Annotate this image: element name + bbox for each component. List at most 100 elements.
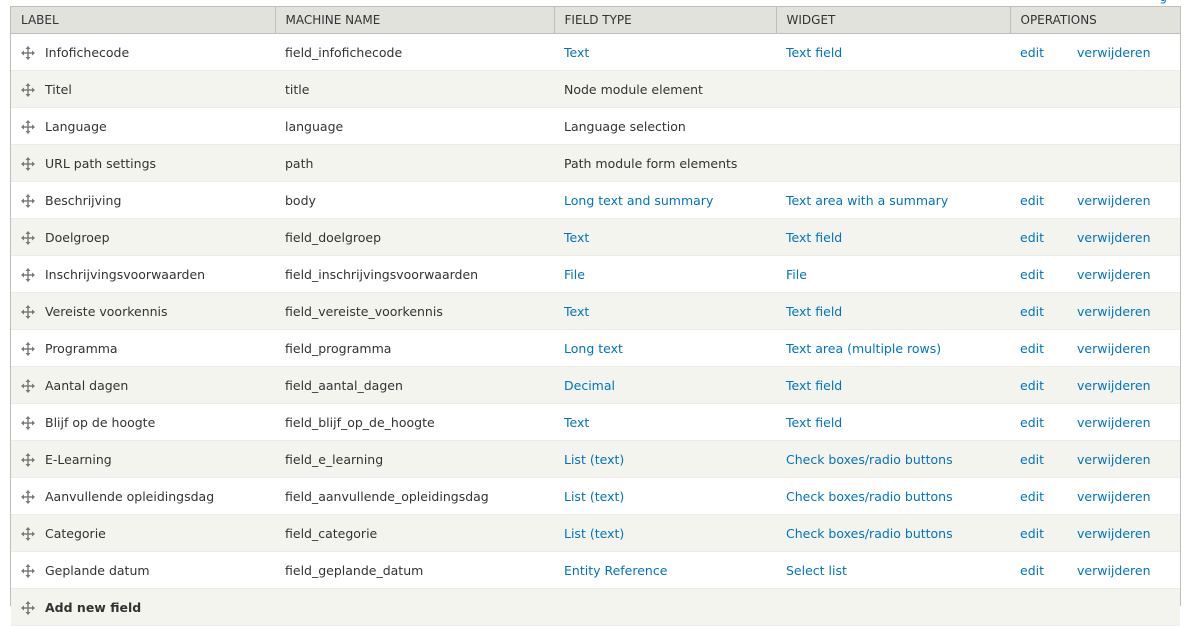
label-cell: Beschrijving: [11, 182, 275, 219]
column-header-field-type: FIELD TYPE: [554, 6, 777, 34]
drag-handle-icon[interactable]: [21, 82, 35, 97]
widget-cell: Check boxes/radio buttons: [776, 478, 1010, 515]
field-type-link[interactable]: File: [564, 267, 585, 282]
operations-cell: [1010, 145, 1180, 182]
widget-link[interactable]: Text area with a summary: [786, 193, 948, 208]
delete-link[interactable]: verwijderen: [1077, 230, 1151, 245]
top-right-link[interactable]: g: [1159, 0, 1167, 4]
delete-link[interactable]: verwijderen: [1077, 267, 1151, 282]
field-type-link[interactable]: List (text): [564, 489, 624, 504]
field-label: Blijf op de hoogte: [45, 415, 156, 430]
field-type-cell: Language selection: [554, 108, 776, 145]
edit-link[interactable]: edit: [1020, 415, 1044, 430]
widget-link[interactable]: Text field: [786, 230, 842, 245]
delete-link[interactable]: verwijderen: [1077, 526, 1151, 541]
widget-link[interactable]: Text field: [786, 378, 842, 393]
operations-cell: edit verwijderen: [1010, 478, 1180, 515]
operations-cell: [1010, 108, 1180, 145]
operations-cell: edit verwijderen: [1010, 515, 1180, 552]
field-label: Programma: [45, 341, 118, 356]
field-type-link[interactable]: List (text): [564, 452, 624, 467]
field-type-link[interactable]: Long text: [564, 341, 623, 356]
drag-handle-icon[interactable]: [21, 45, 35, 60]
field-type-link[interactable]: Text: [564, 230, 589, 245]
table-row: Programma field_programma Long text Text…: [11, 329, 1180, 367]
table-row: Inschrijvingsvoorwaarden field_inschrijv…: [11, 255, 1180, 293]
drag-handle-icon[interactable]: [21, 526, 35, 541]
drag-handle-icon[interactable]: [21, 267, 35, 282]
widget-link[interactable]: Check boxes/radio buttons: [786, 452, 953, 467]
machine-name-cell: field_doelgroep: [285, 229, 382, 245]
operations-cell: edit verwijderen: [1010, 367, 1180, 404]
widget-cell: Select list: [776, 552, 1010, 589]
table-row: Vereiste voorkennis field_vereiste_voork…: [11, 292, 1180, 330]
drag-handle-icon[interactable]: [21, 489, 35, 504]
delete-link[interactable]: verwijderen: [1077, 489, 1151, 504]
table-row: URL path settings path Path module form …: [11, 144, 1180, 182]
widget-link[interactable]: Text field: [786, 45, 842, 60]
delete-link[interactable]: verwijderen: [1077, 378, 1151, 393]
field-label: Language: [45, 119, 107, 134]
drag-handle-icon[interactable]: [21, 378, 35, 393]
delete-link[interactable]: verwijderen: [1077, 341, 1151, 356]
machine-name-cell: field_vereiste_voorkennis: [285, 303, 443, 319]
machine-name-cell: field_aantal_dagen: [285, 377, 403, 393]
widget-link[interactable]: Text field: [786, 304, 842, 319]
table-row: Categorie field_categorie List (text) Ch…: [11, 514, 1180, 552]
drag-handle-icon[interactable]: [21, 193, 35, 208]
operations-cell: edit verwijderen: [1010, 552, 1180, 589]
widget-link[interactable]: Select list: [786, 563, 847, 578]
field-type-link[interactable]: List (text): [564, 526, 624, 541]
label-cell: Programma: [11, 330, 275, 367]
drag-handle-icon[interactable]: [21, 600, 35, 615]
delete-link[interactable]: verwijderen: [1077, 304, 1151, 319]
field-type-link[interactable]: Long text and summary: [564, 193, 713, 208]
edit-link[interactable]: edit: [1020, 489, 1044, 504]
field-type-link[interactable]: Decimal: [564, 378, 615, 393]
widget-link[interactable]: Text field: [786, 415, 842, 430]
delete-link[interactable]: verwijderen: [1077, 563, 1151, 578]
edit-link[interactable]: edit: [1020, 304, 1044, 319]
edit-link[interactable]: edit: [1020, 230, 1044, 245]
operations-group: edit verwijderen: [1020, 563, 1170, 578]
edit-link[interactable]: edit: [1020, 45, 1044, 60]
edit-link[interactable]: edit: [1020, 341, 1044, 356]
drag-handle-icon[interactable]: [21, 156, 35, 171]
field-type-link[interactable]: Text: [564, 45, 589, 60]
edit-link[interactable]: edit: [1020, 563, 1044, 578]
field-label: Aanvullende opleidingsdag: [45, 489, 215, 504]
drag-handle-icon[interactable]: [21, 563, 35, 578]
drag-handle-icon[interactable]: [21, 415, 35, 430]
field-type-link[interactable]: Entity Reference: [564, 563, 667, 578]
delete-link[interactable]: verwijderen: [1077, 193, 1151, 208]
drag-handle-icon[interactable]: [21, 341, 35, 356]
drag-handle-icon[interactable]: [21, 119, 35, 134]
edit-link[interactable]: edit: [1020, 267, 1044, 282]
delete-link[interactable]: verwijderen: [1077, 415, 1151, 430]
column-header-widget: WIDGET: [776, 6, 1011, 34]
drag-handle-icon[interactable]: [21, 452, 35, 467]
edit-link[interactable]: edit: [1020, 378, 1044, 393]
widget-link[interactable]: Text area (multiple rows): [786, 341, 941, 356]
operations-cell: edit verwijderen: [1010, 182, 1180, 219]
field-type-link[interactable]: Text: [564, 415, 589, 430]
add-new-field-row: Add new field: [11, 588, 1180, 626]
field-type-link[interactable]: Text: [564, 304, 589, 319]
operations-cell: edit verwijderen: [1010, 441, 1180, 478]
widget-link[interactable]: File: [786, 267, 807, 282]
widget-cell: Check boxes/radio buttons: [776, 441, 1010, 478]
widget-cell: [776, 108, 1010, 145]
table-row: Doelgroep field_doelgroep Text Text fiel…: [11, 218, 1180, 256]
drag-handle-icon[interactable]: [21, 304, 35, 319]
delete-link[interactable]: verwijderen: [1077, 45, 1151, 60]
edit-link[interactable]: edit: [1020, 193, 1044, 208]
drag-handle-icon[interactable]: [21, 230, 35, 245]
widget-cell: [776, 145, 1010, 182]
delete-link[interactable]: verwijderen: [1077, 452, 1151, 467]
widget-link[interactable]: Check boxes/radio buttons: [786, 526, 953, 541]
widget-link[interactable]: Check boxes/radio buttons: [786, 489, 953, 504]
field-type-cell: File: [554, 256, 776, 293]
edit-link[interactable]: edit: [1020, 526, 1044, 541]
edit-link[interactable]: edit: [1020, 452, 1044, 467]
field-label: Doelgroep: [45, 230, 110, 245]
